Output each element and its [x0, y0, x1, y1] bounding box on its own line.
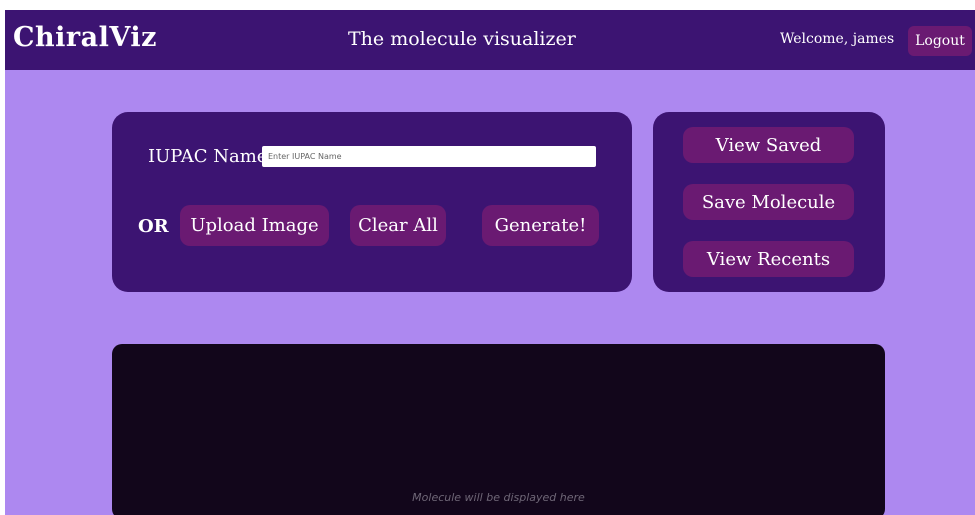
iupac-name-input[interactable]	[262, 146, 596, 167]
actions-panel: View Saved Save Molecule View Recents	[653, 112, 885, 292]
top-bar: ChiralViz The molecule visualizer Welcom…	[5, 10, 975, 70]
generate-button[interactable]: Generate!	[482, 205, 599, 246]
view-recents-button[interactable]: View Recents	[683, 241, 854, 277]
input-panel: IUPAC Name: OR Upload Image Clear All Ge…	[112, 112, 632, 292]
page-tagline: The molecule visualizer	[348, 28, 576, 50]
viewer-placeholder-text: Molecule will be displayed here	[412, 491, 585, 504]
upload-image-button[interactable]: Upload Image	[180, 205, 329, 246]
clear-all-button[interactable]: Clear All	[350, 205, 446, 246]
welcome-text: Welcome, james	[780, 31, 895, 47]
iupac-name-label: IUPAC Name:	[148, 146, 274, 167]
app-root: ChiralViz The molecule visualizer Welcom…	[5, 10, 975, 515]
save-molecule-button[interactable]: Save Molecule	[683, 184, 854, 220]
or-label: OR	[138, 216, 169, 237]
brand-logo[interactable]: ChiralViz	[13, 22, 157, 53]
logout-button[interactable]: Logout	[908, 26, 972, 56]
molecule-viewer[interactable]: Molecule will be displayed here	[112, 344, 885, 515]
view-saved-button[interactable]: View Saved	[683, 127, 854, 163]
